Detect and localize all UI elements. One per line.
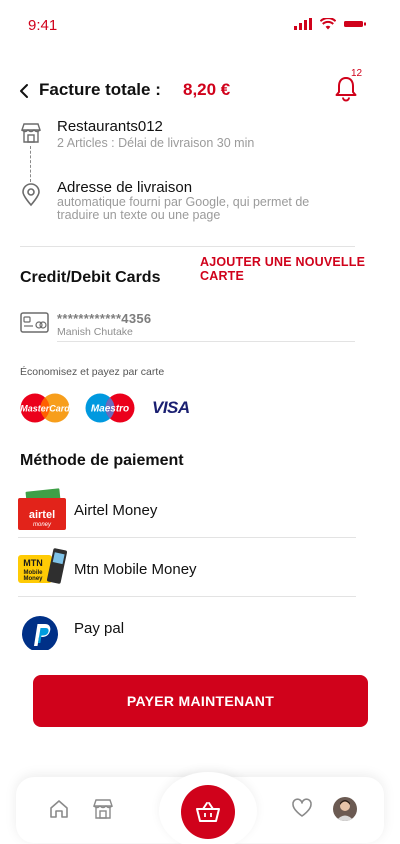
save-card-text: Économisez et payez par carte (20, 366, 165, 378)
maestro-label: Maestro (91, 404, 129, 415)
payment-option-label: Airtel Money (74, 501, 158, 519)
saved-card-holder: Manish Chutake (57, 326, 133, 338)
cards-section-title: Credit/Debit Cards (20, 269, 161, 286)
home-icon[interactable] (48, 798, 70, 820)
maestro-logo[interactable]: Maestro (85, 392, 135, 424)
signal-icon (294, 18, 312, 30)
credit-card-icon[interactable] (20, 311, 49, 334)
route-connector (30, 146, 31, 182)
mtn-logo-subtext-2: Money (23, 576, 43, 582)
payment-option-label: Mtn Mobile Money (74, 560, 197, 578)
paypal-icon (18, 606, 68, 652)
payment-method-title: Méthode de paiement (20, 452, 184, 469)
airtel-logo-text: airtel (29, 509, 55, 521)
add-new-card-link[interactable]: AJOUTER UNE NOUVELLE CARTE (200, 255, 400, 283)
avatar[interactable] (333, 797, 357, 821)
basket-icon (196, 802, 220, 822)
mtn-logo-text: MTN (23, 558, 43, 568)
address-description: automatique fourni par Google, qui perme… (57, 195, 310, 222)
divider (18, 596, 356, 597)
location-pin-icon (22, 183, 40, 207)
payment-option-paypal[interactable]: Pay pal (18, 599, 356, 657)
total-amount: 8,20 € (183, 80, 231, 99)
saved-card-number[interactable]: ************4356 (57, 311, 151, 326)
restaurant-details: 2 Articles : Délai de livraison 30 min (57, 136, 255, 150)
visa-logo[interactable]: VISA (152, 398, 190, 418)
battery-icon (344, 21, 366, 27)
heart-icon[interactable] (291, 798, 313, 818)
payment-option-airtel[interactable]: airtel money Airtel Money (18, 481, 356, 539)
airtel-logo-subtext: money (33, 522, 52, 528)
payment-option-mtn[interactable]: MTN Mobile Money Mtn Mobile Money (18, 540, 356, 598)
payment-option-label: Pay pal (74, 619, 125, 637)
basket-button[interactable] (181, 785, 235, 839)
restaurant-name: Restaurants012 (57, 118, 163, 135)
page-title: Facture totale : (39, 80, 161, 99)
wifi-icon (320, 18, 336, 30)
divider (18, 537, 356, 538)
store-icon (21, 123, 41, 143)
divider (57, 341, 355, 342)
back-arrow-icon[interactable] (16, 82, 34, 100)
status-time: 9:41 (28, 17, 58, 34)
store-nav-icon[interactable] (92, 798, 114, 820)
address-title: Adresse de livraison (57, 179, 193, 196)
mastercard-logo[interactable]: MasterCard (20, 392, 70, 424)
mtn-mobile-money-icon: MTN Mobile Money (18, 547, 68, 591)
notification-badge: 12 (351, 68, 363, 79)
divider (20, 246, 355, 247)
mastercard-label: MasterCard (20, 404, 70, 414)
pay-now-button[interactable]: PAYER MAINTENANT (33, 675, 368, 727)
status-icons (294, 18, 366, 30)
airtel-money-icon: airtel money (18, 488, 68, 532)
